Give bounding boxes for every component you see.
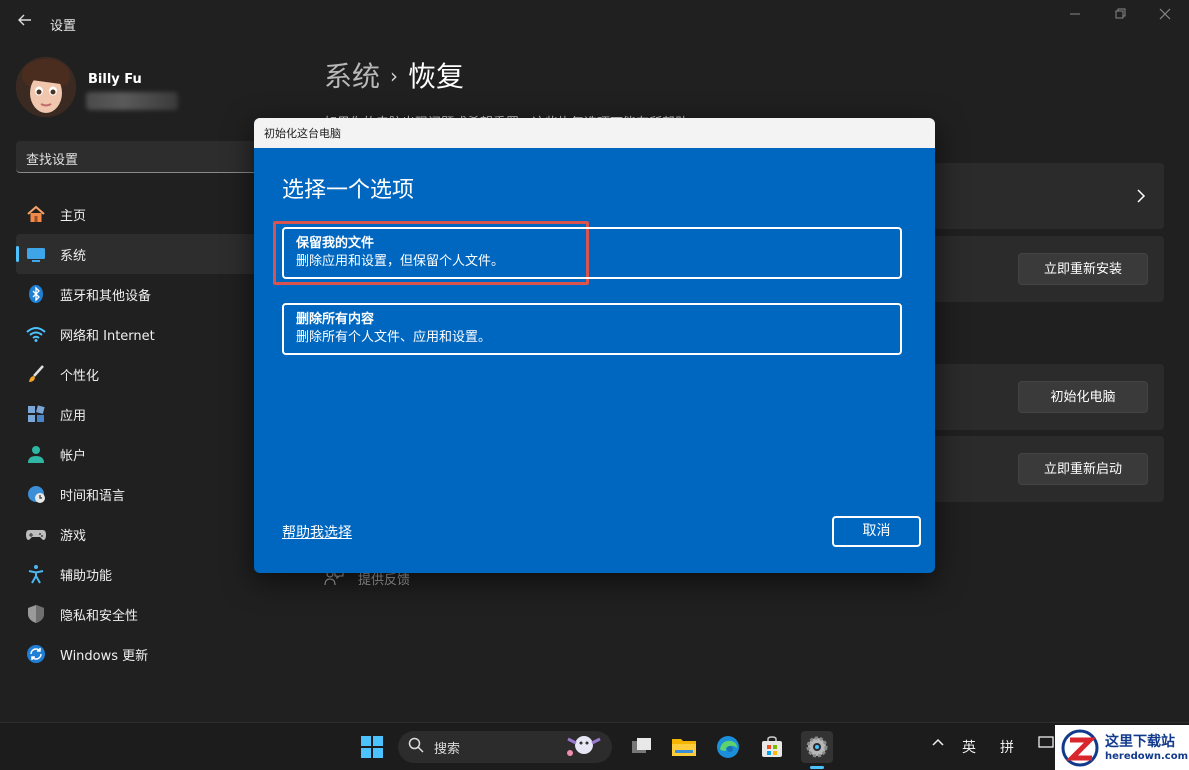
sidebar-item-windows-update[interactable]: Windows 更新 (16, 634, 266, 674)
reset-pc-button[interactable]: 初始化电脑 (1018, 381, 1148, 413)
chevron-right-icon (1136, 187, 1146, 208)
search-icon (408, 737, 424, 757)
file-explorer-icon[interactable] (668, 731, 700, 763)
gamepad-icon (26, 524, 46, 544)
user-name: Billy Fu (88, 72, 142, 87)
sidebar-item-label: 游戏 (60, 528, 87, 544)
sidebar-item-label: Windows 更新 (60, 648, 149, 664)
sidebar-item-home[interactable]: 主页 (16, 194, 266, 234)
active-app-indicator (810, 766, 824, 769)
update-icon (26, 644, 46, 664)
breadcrumb-separator: › (390, 64, 399, 88)
sidebar-item-accessibility[interactable]: 辅助功能 (16, 554, 266, 594)
search-placeholder: 查找设置 (26, 153, 79, 168)
sidebar-item-bluetooth[interactable]: 蓝牙和其他设备 (16, 274, 266, 314)
ime-language-indicator[interactable]: 英 (962, 737, 976, 757)
close-button[interactable] (1150, 6, 1180, 26)
breadcrumb: 系统 › 恢复 (324, 55, 464, 95)
task-view-icon[interactable] (626, 731, 658, 763)
watermark-cn-text: 这里下载站 (1105, 733, 1175, 750)
option-remove-everything[interactable]: 删除所有内容 删除所有个人文件、应用和设置。 (282, 303, 902, 355)
sidebar-item-label: 个性化 (60, 368, 100, 384)
sidebar-item-apps[interactable]: 应用 (16, 394, 266, 434)
watermark-logo: 这里下载站 heredown.com (1055, 725, 1189, 770)
sidebar-item-system[interactable]: 系统 (16, 234, 266, 274)
back-arrow-icon[interactable] (14, 12, 36, 34)
option-keep-files-desc: 删除应用和设置，但保留个人文件。 (296, 254, 505, 269)
network-tray-icon[interactable] (1038, 735, 1056, 755)
restart-now-button[interactable]: 立即重新启动 (1018, 453, 1148, 485)
sidebar-item-label: 系统 (60, 248, 87, 264)
sidebar-item-accounts[interactable]: 帐户 (16, 434, 266, 474)
cancel-button[interactable]: 取消 (832, 516, 921, 547)
wifi-icon (26, 324, 46, 344)
sidebar-item-label: 主页 (60, 208, 87, 224)
option-remove-everything-title: 删除所有内容 (296, 312, 375, 327)
taskbar-search-label: 搜索 (434, 741, 461, 757)
dialog-title: 初始化这台电脑 (254, 118, 935, 148)
home-icon (26, 204, 46, 224)
sidebar-item-label: 蓝牙和其他设备 (60, 288, 152, 304)
sidebar-item-label: 隐私和安全性 (60, 608, 139, 624)
search-input[interactable]: 查找设置 (16, 141, 266, 173)
apps-icon (26, 404, 46, 424)
restore-button[interactable] (1105, 6, 1135, 26)
sidebar-item-privacy[interactable]: 隐私和安全性 (16, 594, 266, 634)
sidebar-item-label: 辅助功能 (60, 568, 113, 584)
app-title: 设置 (50, 19, 77, 34)
clock-globe-icon (26, 484, 46, 504)
title-bar: 设置 (0, 0, 1189, 48)
minimize-button[interactable] (1060, 6, 1090, 26)
taskbar-search[interactable]: 搜索 (398, 731, 612, 763)
sidebar-item-personalization[interactable]: 个性化 (16, 354, 266, 394)
sidebar-item-label: 网络和 Internet (60, 328, 155, 344)
sidebar-item-time-language[interactable]: 时间和语言 (16, 474, 266, 514)
page-title: 恢复 (408, 60, 465, 93)
sidebar-item-label: 时间和语言 (60, 488, 126, 504)
start-button[interactable] (356, 731, 388, 763)
edge-icon[interactable] (712, 731, 744, 763)
bluetooth-icon (26, 284, 46, 304)
option-remove-everything-desc: 删除所有个人文件、应用和设置。 (296, 330, 492, 345)
settings-app-icon[interactable] (801, 731, 833, 763)
search-highlight-icon (562, 731, 606, 763)
chevron-up-icon[interactable] (932, 737, 944, 753)
option-keep-files[interactable]: 保留我的文件 删除应用和设置，但保留个人文件。 (282, 227, 902, 279)
monitor-icon (26, 244, 46, 264)
option-keep-files-title: 保留我的文件 (296, 236, 375, 251)
person-icon (26, 444, 46, 464)
sidebar-item-network[interactable]: 网络和 Internet (16, 314, 266, 354)
user-email-blurred (86, 92, 178, 110)
taskbar: 搜索 英 拼 (0, 722, 1189, 770)
sidebar-nav: 主页 系统 蓝牙和其他设备 网络和 Internet 个性化 应用 帐户 时间和… (16, 194, 266, 674)
breadcrumb-parent[interactable]: 系统 (324, 60, 380, 93)
sidebar-item-label: 应用 (60, 408, 87, 424)
ime-mode-indicator[interactable]: 拼 (1000, 737, 1014, 757)
sidebar-item-label: 帐户 (60, 448, 87, 464)
reinstall-button[interactable]: 立即重新安装 (1018, 253, 1148, 285)
avatar[interactable] (16, 57, 76, 117)
store-icon[interactable] (756, 731, 788, 763)
watermark-z-icon (1059, 729, 1101, 767)
accessibility-icon (26, 564, 46, 584)
sidebar-item-gaming[interactable]: 游戏 (16, 514, 266, 554)
reset-pc-dialog: 初始化这台电脑 选择一个选项 保留我的文件 删除应用和设置，但保留个人文件。 删… (254, 118, 935, 573)
dialog-heading: 选择一个选项 (282, 178, 415, 203)
watermark-en-text: heredown.com (1105, 750, 1189, 762)
shield-icon (26, 604, 46, 624)
brush-icon (26, 364, 46, 384)
help-me-choose-link[interactable]: 帮助我选择 (282, 522, 352, 542)
